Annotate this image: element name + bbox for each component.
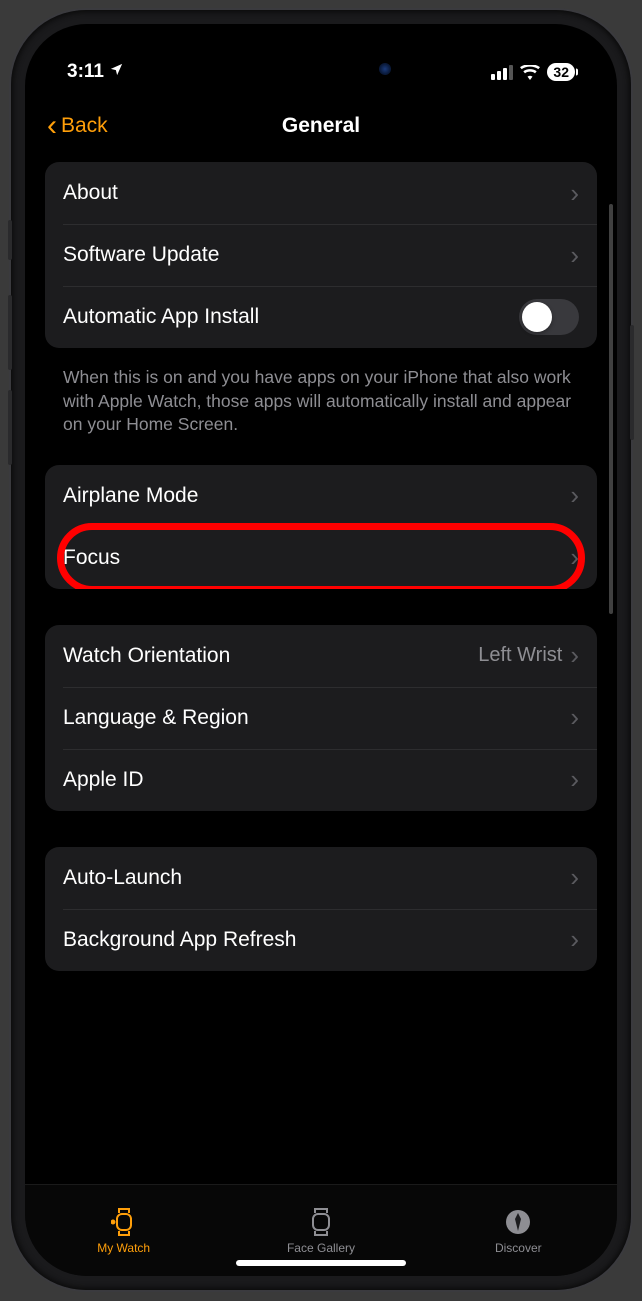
settings-group-1: About › Software Update › Automatic App … bbox=[45, 162, 597, 348]
chevron-right-icon: › bbox=[570, 640, 579, 671]
screen: 3:11 32 ‹ Back Ge bbox=[25, 24, 617, 1276]
settings-group-4: Auto-Launch › Background App Refresh › bbox=[45, 847, 597, 971]
tab-label: My Watch bbox=[97, 1241, 150, 1255]
tab-label: Discover bbox=[495, 1241, 542, 1255]
cellular-icon bbox=[491, 65, 513, 80]
software-update-row[interactable]: Software Update › bbox=[45, 224, 597, 286]
chevron-right-icon: › bbox=[570, 862, 579, 893]
language-region-row[interactable]: Language & Region › bbox=[45, 687, 597, 749]
group-footer-text: When this is on and you have apps on you… bbox=[45, 356, 597, 465]
row-label: About bbox=[63, 181, 570, 205]
chevron-right-icon: › bbox=[570, 764, 579, 795]
tab-label: Face Gallery bbox=[287, 1241, 355, 1255]
compass-icon bbox=[505, 1206, 531, 1238]
row-label: Software Update bbox=[63, 243, 570, 267]
auto-launch-row[interactable]: Auto-Launch › bbox=[45, 847, 597, 909]
page-title: General bbox=[282, 114, 360, 138]
settings-group-2: Airplane Mode › Focus › bbox=[45, 465, 597, 589]
phone-volume-up bbox=[8, 295, 12, 370]
phone-volume-down bbox=[8, 390, 12, 465]
location-icon bbox=[109, 61, 124, 83]
phone-mute-switch bbox=[8, 220, 12, 260]
background-app-refresh-row[interactable]: Background App Refresh › bbox=[45, 909, 597, 971]
row-label: Focus bbox=[63, 546, 570, 570]
content-scroll[interactable]: About › Software Update › Automatic App … bbox=[25, 162, 617, 1184]
chevron-right-icon: › bbox=[570, 702, 579, 733]
battery-indicator: 32 bbox=[547, 63, 575, 81]
phone-power-button bbox=[630, 325, 634, 440]
row-label: Automatic App Install bbox=[63, 305, 519, 329]
tab-my-watch[interactable]: My Watch bbox=[25, 1185, 222, 1276]
chevron-right-icon: › bbox=[570, 178, 579, 209]
wifi-icon bbox=[520, 64, 540, 80]
airplane-mode-row[interactable]: Airplane Mode › bbox=[45, 465, 597, 527]
watch-face-icon bbox=[310, 1206, 332, 1238]
home-indicator[interactable] bbox=[236, 1260, 406, 1266]
focus-row[interactable]: Focus › bbox=[45, 527, 597, 589]
phone-frame: 3:11 32 ‹ Back Ge bbox=[11, 10, 631, 1290]
row-label: Apple ID bbox=[63, 768, 570, 792]
row-label: Airplane Mode bbox=[63, 484, 570, 508]
automatic-app-install-row[interactable]: Automatic App Install bbox=[45, 286, 597, 348]
row-label: Background App Refresh bbox=[63, 928, 570, 952]
about-row[interactable]: About › bbox=[45, 162, 597, 224]
back-button[interactable]: ‹ Back bbox=[47, 111, 108, 141]
chevron-left-icon: ‹ bbox=[47, 111, 57, 141]
toggle-knob bbox=[522, 302, 552, 332]
row-label: Auto-Launch bbox=[63, 866, 570, 890]
settings-group-3: Watch Orientation Left Wrist › Language … bbox=[45, 625, 597, 811]
dynamic-island bbox=[236, 46, 406, 92]
row-value: Left Wrist bbox=[478, 644, 562, 667]
navigation-bar: ‹ Back General bbox=[25, 94, 617, 162]
status-time: 3:11 bbox=[67, 61, 104, 83]
row-label: Watch Orientation bbox=[63, 644, 478, 668]
back-label: Back bbox=[61, 114, 108, 138]
watch-orientation-row[interactable]: Watch Orientation Left Wrist › bbox=[45, 625, 597, 687]
watch-icon bbox=[111, 1206, 137, 1238]
tab-discover[interactable]: Discover bbox=[420, 1185, 617, 1276]
chevron-right-icon: › bbox=[570, 480, 579, 511]
chevron-right-icon: › bbox=[570, 542, 579, 573]
chevron-right-icon: › bbox=[570, 240, 579, 271]
automatic-app-install-toggle[interactable] bbox=[519, 299, 579, 335]
chevron-right-icon: › bbox=[570, 924, 579, 955]
scrollbar[interactable] bbox=[609, 204, 613, 614]
row-label: Language & Region bbox=[63, 706, 570, 730]
apple-id-row[interactable]: Apple ID › bbox=[45, 749, 597, 811]
